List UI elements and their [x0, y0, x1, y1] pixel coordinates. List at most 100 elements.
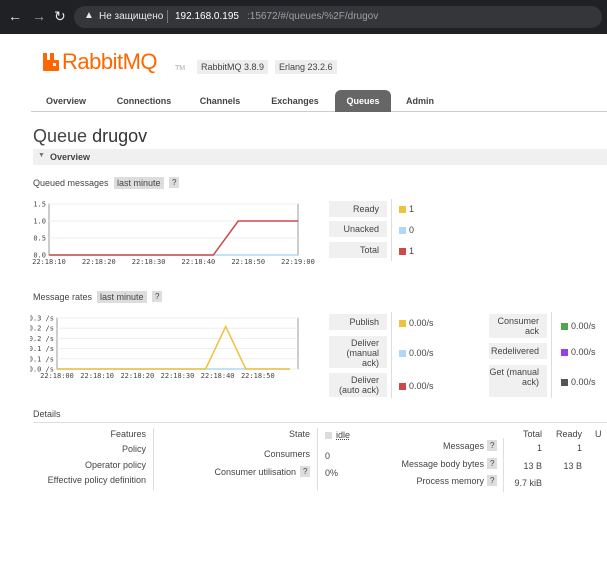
process-memory-value: 9.7 kiB — [514, 478, 542, 488]
message-rates-chart: 0.0 /s0.1 /s0.1 /s0.2 /s0.2 /s0.3 /s22:1… — [30, 315, 299, 380]
queued-messages-chart: 0.00.51.01.522:18:10 22:18:20 22:18:30 22:1… — [32, 201, 315, 267]
tab-queues[interactable]: Queues — [335, 90, 391, 112]
body-bytes-help-button[interactable]: ? — [487, 458, 498, 469]
legend-divider — [391, 199, 392, 261]
page-title: Queue drugov — [33, 126, 147, 147]
collapse-triangle-icon[interactable]: ▼ — [38, 152, 45, 159]
deliver-manual-value: 0.00/s — [409, 348, 434, 358]
unacked-swatch — [399, 227, 406, 234]
queued-messages-label: Queued messages — [33, 178, 109, 188]
ready-swatch — [399, 206, 406, 213]
legend-ready-label: Ready — [329, 201, 387, 217]
process-memory-help-button[interactable]: ? — [487, 475, 498, 486]
messages-label: Messages — [442, 441, 484, 451]
overview-section-header[interactable]: ▼ Overview — [33, 149, 607, 165]
url-path[interactable]: :15672/#/queues/%2F/drugov — [247, 11, 378, 22]
state-label: State — [288, 429, 310, 439]
legend-get-manual-label: Get (manual ack) — [489, 365, 547, 397]
queued-help-button[interactable]: ? — [169, 177, 180, 188]
col-total-header: Total — [522, 429, 542, 439]
x-tick-label: 22:18:30 — [161, 372, 195, 380]
rabbitmq-logo-icon — [43, 53, 59, 71]
details-divider-1 — [153, 428, 154, 490]
unacked-value: 0 — [409, 225, 415, 235]
x-tick-label: 22:18:00 — [40, 372, 74, 380]
consumer-utilisation-label: Consumer utilisation — [214, 467, 296, 477]
overview-section-title: Overview — [50, 152, 91, 162]
redelivered-swatch — [561, 349, 568, 356]
tab-channels[interactable]: Channels — [189, 90, 251, 112]
logo-trademark: TM — [175, 65, 186, 72]
body-bytes-ready: 13 B — [563, 461, 582, 471]
features-label: Features — [110, 429, 146, 439]
effective-policy-label: Effective policy definition — [47, 475, 146, 485]
redelivered-value: 0.00/s — [571, 347, 596, 357]
chart-plot-area — [48, 203, 299, 256]
legend-consumer-ack-label: Consumer ack — [489, 314, 547, 338]
legend-total-label: Total — [329, 242, 387, 258]
forward-arrow-icon[interactable]: → — [32, 9, 46, 23]
tab-connections[interactable]: Connections — [109, 90, 179, 112]
x-tick-label: 22:18:20 — [120, 372, 154, 380]
erlang-version: Erlang 23.2.6 — [275, 60, 337, 74]
x-tick-label: 22:19:00 — [281, 258, 315, 266]
reload-icon[interactable]: ↻ — [54, 9, 66, 23]
consumer-util-help-button[interactable]: ? — [300, 466, 311, 477]
x-tick-label: 22:18:20 — [82, 258, 116, 266]
rates-help-button[interactable]: ? — [152, 291, 163, 302]
url-host[interactable]: 192.168.0.195 — [175, 11, 239, 22]
messages-total: 1 — [536, 443, 542, 453]
operator-policy-label: Operator policy — [84, 460, 146, 470]
messages-help-button[interactable]: ? — [487, 440, 498, 451]
get-manual-value: 0.00/s — [571, 377, 596, 387]
messages-ready: 1 — [576, 443, 582, 453]
warning-icon[interactable]: ▲ — [84, 11, 94, 21]
queue-name: drugov — [92, 126, 148, 146]
process-memory-label: Process memory — [416, 476, 484, 486]
legend-redelivered-label: Redelivered — [489, 343, 547, 359]
x-tick-label: 22:18:30 — [132, 258, 166, 266]
y-tick-label: 0.2 /s — [30, 325, 54, 333]
deliver-auto-swatch — [399, 383, 406, 390]
x-tick-label: 22:18:50 — [241, 372, 275, 380]
rabbitmq-version: RabbitMQ 3.8.9 — [197, 60, 269, 74]
publish-value: 0.00/s — [409, 318, 434, 328]
x-tick-label: 22:18:40 — [201, 372, 235, 380]
main-tabs: Overview Connections Channels Exchanges … — [31, 90, 607, 112]
col-ready-header: Ready — [555, 429, 582, 439]
deliver-auto-value: 0.00/s — [409, 381, 434, 391]
consumers-value: 0 — [325, 451, 331, 461]
legend-unacked-label: Unacked — [329, 221, 387, 237]
consumers-label: Consumers — [263, 449, 310, 459]
y-tick-label: 0.1 /s — [30, 355, 54, 363]
queued-range-selector[interactable]: last minute — [114, 177, 164, 189]
total-swatch — [399, 248, 406, 255]
rates-legend-divider-left — [391, 312, 392, 398]
y-tick-label: 1.0 — [33, 218, 46, 226]
publish-swatch — [399, 320, 406, 327]
consumer-utilisation-value: 0% — [325, 468, 339, 478]
tab-overview[interactable]: Overview — [31, 90, 101, 112]
rates-legend-divider-right — [551, 312, 552, 398]
details-divider-2 — [317, 428, 318, 490]
rates-range-selector[interactable]: last minute — [97, 291, 147, 303]
x-tick-label: 22:18:10 — [32, 258, 66, 266]
details-divider-3 — [503, 438, 504, 492]
page-title-prefix: Queue — [33, 126, 88, 146]
y-tick-label: 0.2 /s — [30, 335, 54, 343]
logo-text: RabbitMQ — [62, 49, 158, 74]
back-arrow-icon[interactable]: ← — [8, 9, 22, 23]
tab-exchanges[interactable]: Exchanges — [259, 90, 331, 112]
legend-publish-label: Publish — [329, 314, 387, 330]
get-manual-swatch — [561, 379, 568, 386]
url-separator — [167, 10, 168, 23]
y-tick-label: 1.5 — [33, 201, 46, 209]
body-bytes-label: Message body bytes — [401, 459, 484, 469]
idle-state-icon — [325, 432, 332, 439]
body-bytes-total: 13 B — [523, 461, 542, 471]
tab-admin[interactable]: Admin — [397, 90, 443, 112]
insecure-label[interactable]: Не защищено — [99, 11, 163, 22]
legend-deliver-manual-label: Deliver (manual ack) — [329, 336, 387, 368]
details-divider — [33, 422, 607, 423]
state-value: idle — [336, 430, 351, 440]
